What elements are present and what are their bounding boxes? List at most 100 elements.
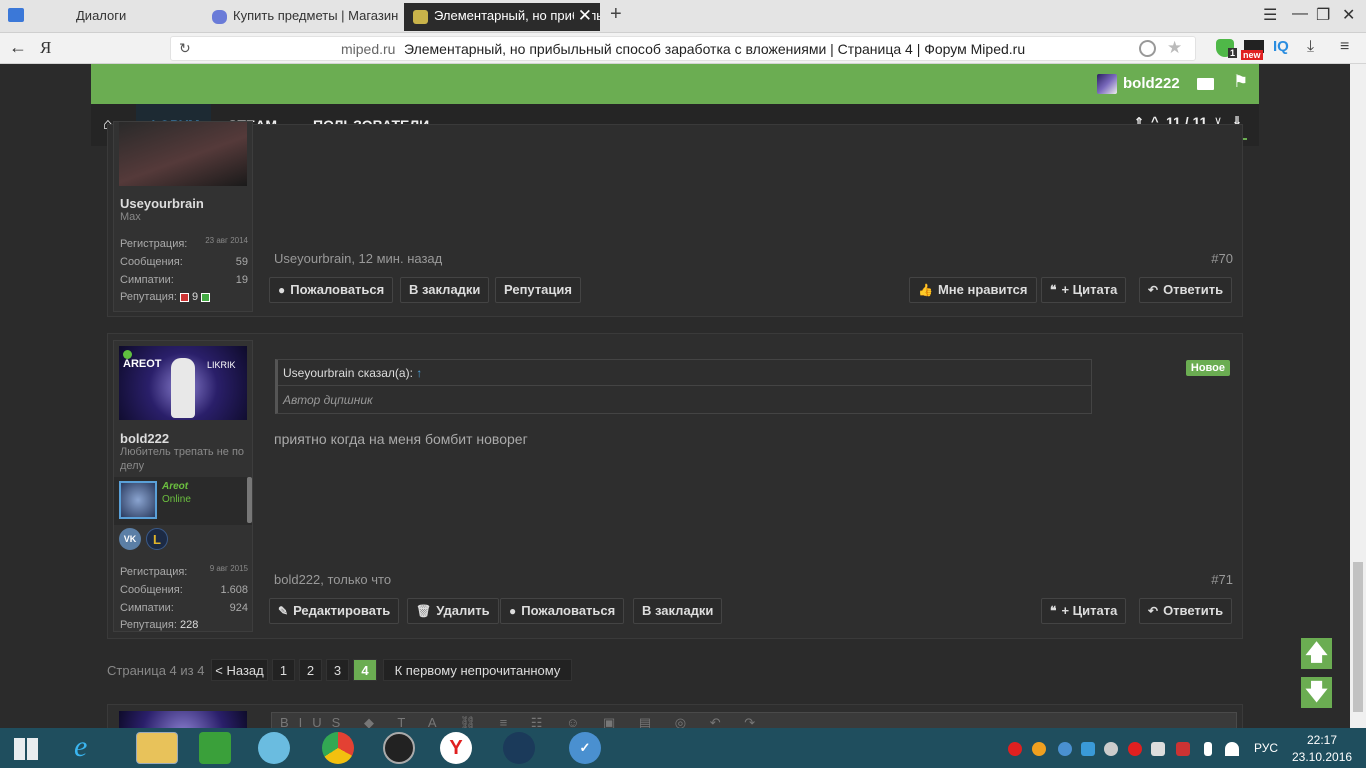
tab-active-forum[interactable]: Элементарный, но прибыльный ✕: [404, 3, 600, 31]
author-name[interactable]: bold222: [120, 431, 169, 446]
tray-alert-icon[interactable]: [1176, 742, 1190, 756]
quote-text: Автор дцпшник: [283, 393, 373, 407]
msg-stat: Сообщения: 1.608: [120, 584, 248, 596]
page-3-button[interactable]: 3: [326, 659, 349, 681]
post-70: Useyourbrain Max Регистрация: 23 авг 2014…: [107, 121, 1243, 317]
author-name[interactable]: Useyourbrain: [120, 196, 204, 211]
first-unread-button[interactable]: К первому непрочитанному: [383, 659, 572, 681]
msg-stat: Сообщения: 59: [120, 256, 248, 268]
restore-button[interactable]: ❐: [1316, 5, 1330, 25]
scrollbar-thumb[interactable]: [1353, 562, 1363, 712]
report-button[interactable]: ● Пожаловаться: [500, 598, 625, 624]
cs-icon[interactable]: [383, 732, 415, 764]
post-meta[interactable]: Useyourbrain, 12 мин. назад: [274, 251, 442, 266]
steam-avatar[interactable]: [119, 481, 157, 519]
gs-icon[interactable]: [258, 732, 290, 764]
browser-tab-bar: Диалоги Купить предметы | Магазин Элемен…: [0, 0, 1366, 33]
back-arrow-icon[interactable]: ←: [9, 37, 27, 58]
yandex-browser-icon[interactable]: Y: [440, 732, 472, 764]
chrome-icon[interactable]: [322, 732, 354, 764]
online-dot-icon: [123, 350, 132, 359]
header-username[interactable]: bold222: [1123, 75, 1180, 92]
vk-messenger-icon[interactable]: ✓: [569, 732, 601, 764]
tray-language[interactable]: РУС: [1254, 741, 1278, 755]
rep-plus-icon[interactable]: [201, 292, 211, 302]
quote-icon: ❝: [1050, 604, 1057, 618]
reply-editor-area: BIUS ◆ T A ⛓ ≡ ☷ ☺ ▣ ▤ ◎ ↶ ↷: [107, 704, 1243, 728]
post-number[interactable]: #70: [1211, 251, 1233, 266]
tab-shop[interactable]: Купить предметы | Магазин: [203, 3, 398, 31]
user-header: bold222 ⚑: [91, 64, 1259, 104]
yandex-logo-icon[interactable]: Я: [40, 38, 51, 58]
tray-wifi-icon[interactable]: [1225, 742, 1239, 756]
author-avatar[interactable]: AREOT LIKRIK: [119, 346, 247, 420]
warning-icon: ●: [509, 604, 517, 618]
rep-minus-icon[interactable]: [179, 292, 189, 302]
page-2-button[interactable]: 2: [299, 659, 322, 681]
quote-button[interactable]: ❝ + Цитата: [1041, 277, 1127, 303]
minimize-button[interactable]: —: [1292, 5, 1308, 23]
address-field[interactable]: ↻ miped.ru Элементарный, но прибыльный с…: [170, 36, 1196, 61]
explorer-folder-icon[interactable]: [136, 732, 178, 764]
page-1-button[interactable]: 1: [272, 659, 295, 681]
tray-yandex-icon[interactable]: [1008, 742, 1022, 756]
reply-button[interactable]: ↶ Ответить: [1139, 277, 1233, 303]
tray-battery-icon[interactable]: [1204, 742, 1212, 756]
tray-date[interactable]: 23.10.2016: [1292, 750, 1352, 764]
post-meta[interactable]: bold222, только что: [274, 572, 391, 587]
download-icon[interactable]: ⤓: [1307, 38, 1314, 56]
page-scrollbar[interactable]: [1350, 64, 1366, 728]
prev-page-button[interactable]: < Назад: [211, 659, 268, 681]
store-icon[interactable]: [199, 732, 231, 764]
new-tab-button[interactable]: +: [610, 3, 622, 26]
scroll-up-button[interactable]: 🡅: [1301, 638, 1332, 669]
browser-menu-icon[interactable]: [8, 8, 24, 22]
close-tab-icon[interactable]: ✕: [573, 6, 592, 26]
tray-flag-icon[interactable]: [1151, 742, 1165, 756]
more-icon[interactable]: ≡: [1340, 38, 1349, 56]
tray-steam-icon[interactable]: [1104, 742, 1118, 756]
warning-icon: ●: [278, 283, 286, 297]
jump-up-arrow-icon[interactable]: ↑: [416, 366, 422, 380]
tray-network-app-icon[interactable]: [1081, 742, 1095, 756]
delete-button[interactable]: 🗑 Удалить: [407, 598, 499, 624]
post-author-box: AREOT LIKRIK bold222 Любитель трепать не…: [113, 340, 253, 632]
page-4-button-current[interactable]: 4: [353, 659, 377, 681]
tray-time[interactable]: 22:17: [1307, 733, 1337, 747]
menu-icon[interactable]: ☰: [1263, 5, 1277, 25]
globe-icon[interactable]: [1139, 40, 1156, 57]
league-icon[interactable]: L: [146, 528, 168, 550]
scroll-down-button[interactable]: 🡇: [1301, 677, 1332, 708]
post-number[interactable]: #71: [1211, 572, 1233, 587]
reply-button[interactable]: ↶ Ответить: [1139, 598, 1233, 624]
tab-dialogs[interactable]: Диалоги: [60, 3, 200, 31]
user-avatar[interactable]: [1097, 74, 1117, 94]
quote-button[interactable]: ❝ + Цитата: [1041, 598, 1127, 624]
bookmark-button[interactable]: В закладки: [400, 277, 490, 303]
tray-sync-icon[interactable]: [1032, 742, 1046, 756]
author-avatar[interactable]: [119, 122, 247, 186]
envelope-icon[interactable]: [1197, 78, 1214, 90]
steam-name[interactable]: Areot: [162, 481, 188, 492]
close-window-button[interactable]: ✕: [1342, 5, 1355, 25]
editor-toolbar[interactable]: BIUS ◆ T A ⛓ ≡ ☷ ☺ ▣ ▤ ◎ ↶ ↷: [271, 712, 1237, 728]
likes-stat: Симпатии: 19: [120, 274, 248, 286]
vk-icon[interactable]: VK: [119, 528, 141, 550]
trash-icon: 🗑: [416, 604, 432, 618]
iq-extension-icon[interactable]: IQ: [1273, 38, 1289, 55]
tray-opera-icon[interactable]: [1128, 742, 1142, 756]
ie-icon[interactable]: e: [74, 732, 106, 764]
flag-icon[interactable]: ⚑: [1233, 72, 1248, 92]
gamepad-icon: [212, 10, 227, 24]
like-button[interactable]: 👍 Мне нравится: [909, 277, 1037, 303]
start-windows-icon[interactable]: [14, 738, 38, 760]
star-icon[interactable]: ★: [1167, 38, 1182, 58]
reload-icon[interactable]: ↻: [179, 40, 191, 57]
bookmark-button[interactable]: В закладки: [633, 598, 723, 624]
tray-vk-icon[interactable]: [1058, 742, 1072, 756]
report-button[interactable]: ● Пожаловаться: [269, 277, 394, 303]
reputation-button[interactable]: Репутация: [495, 277, 581, 303]
edit-button[interactable]: ✎ Редактировать: [269, 598, 400, 624]
steam-scroll-handle[interactable]: [247, 477, 252, 523]
steam-icon[interactable]: [503, 732, 535, 764]
